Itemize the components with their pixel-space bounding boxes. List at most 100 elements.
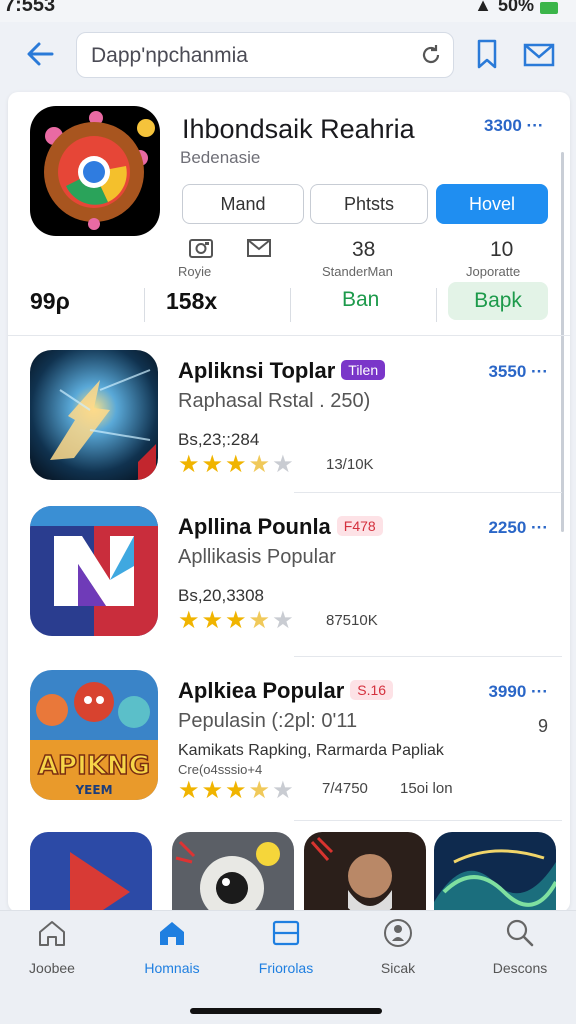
phtsts-button[interactable]: Phtsts: [310, 184, 428, 224]
app-description: Kamikats Rapking, Rarmarda Papliak: [178, 742, 444, 759]
app-icon-warrior[interactable]: [304, 832, 426, 912]
status-time: 7:553: [4, 0, 56, 16]
star-icon: ★: [225, 451, 247, 478]
tab-label: Homnais: [144, 960, 200, 976]
star-icon: ★: [225, 777, 247, 804]
header: Dapp'npchanmia: [0, 22, 576, 90]
featured-price[interactable]: 3300 ···: [484, 116, 544, 136]
meta-label-joporatte: Joporatte: [466, 264, 521, 279]
app-icon-aurora[interactable]: [434, 832, 556, 912]
app-size: Bs,20,3308: [178, 586, 265, 605]
person-circle-icon: [384, 919, 412, 947]
star-icon: ★: [201, 451, 224, 478]
tab-label: Sicak: [380, 960, 416, 976]
app-badge: S.16: [350, 680, 394, 700]
mail-icon[interactable]: [522, 40, 556, 70]
svg-text:YEEM: YEEM: [74, 783, 112, 797]
app-title-text: Apliknsi Toplar: [178, 358, 336, 383]
more-indicator: 9: [537, 716, 548, 736]
search-icon: [506, 919, 534, 947]
star-icon: ★: [201, 607, 224, 634]
meta-num-38: 38: [352, 238, 376, 261]
app-icon-n-logo: [30, 506, 158, 636]
window-icon: [272, 920, 300, 946]
tab-label: Friorolas: [258, 960, 314, 976]
app-reviews: 13/10K: [326, 456, 374, 473]
search-value: Dapp'npchanmia: [91, 44, 248, 67]
bookmark-icon[interactable]: [472, 38, 502, 70]
featured-app-subtitle: Bedenasie: [180, 148, 261, 167]
app-reviews: 87510K: [326, 612, 378, 629]
hovel-button[interactable]: Hovel: [436, 184, 548, 224]
app-icon-apiking: APIKNG YEEM: [30, 670, 158, 800]
chrome-ornament-icon: [44, 111, 155, 230]
featured-app-icon[interactable]: [30, 106, 160, 236]
app-price[interactable]: 3550 ···: [488, 362, 548, 382]
star-rating: ★ ★ ★ ★ ★: [178, 776, 294, 805]
meta-num-10: 10: [490, 238, 514, 261]
stats-row: 99ρ 158x Ban Bapk: [8, 280, 570, 330]
star-icon: ★: [178, 607, 200, 634]
list-item[interactable]: Apliknsi Toplar Tilen Raphasal Rstal . 25…: [8, 350, 570, 506]
stat-99: 99ρ: [30, 288, 70, 314]
star-icon: ★: [178, 777, 200, 804]
stat-divider: [436, 288, 437, 322]
camera-icon: [189, 239, 213, 258]
app-title: Apllina Pounla F478: [178, 514, 383, 540]
app-title-text: Apllina Pounla: [178, 514, 331, 539]
star-icon: ★: [272, 451, 294, 478]
divider: [294, 820, 562, 821]
star-icon: ★: [272, 777, 294, 804]
tab-sicak[interactable]: Sicak: [350, 917, 446, 987]
meta-label-standerman: StanderMan: [322, 264, 393, 279]
meta-label-royie: Royie: [178, 264, 212, 279]
tab-descons[interactable]: Descons: [472, 917, 568, 987]
home-indicator[interactable]: [190, 1008, 382, 1014]
tab-label: Joobee: [29, 960, 75, 976]
app-price[interactable]: 3990 ···: [488, 682, 548, 702]
app-price[interactable]: 2250 ···: [488, 518, 548, 538]
list-item[interactable]: Apllina Pounla F478 Apllikasis Popular Bs…: [8, 506, 570, 662]
star-icon: ★: [178, 451, 200, 478]
app-size: Bs,23;:284: [178, 430, 260, 449]
app-title-text: Aplkiea Popular: [178, 678, 345, 703]
search-input[interactable]: Dapp'npchanmia: [76, 32, 454, 78]
battery-icon: [540, 1, 558, 14]
star-icon: ★: [248, 607, 271, 634]
arrow-left-icon: [27, 42, 54, 66]
list-item[interactable]: APIKNG YEEM Aplkiea Popular S.16 Pepulasi…: [8, 670, 570, 826]
app-icon-eye[interactable]: [172, 832, 294, 912]
mand-button[interactable]: Mand: [182, 184, 304, 224]
svg-text:APIKNG: APIKNG: [38, 751, 150, 781]
app-reviews: 7/4750: [322, 780, 368, 797]
star-rating: ★ ★ ★ ★ ★: [178, 450, 294, 479]
reload-icon[interactable]: [419, 43, 443, 67]
star-icon: ★: [248, 777, 271, 804]
star-icon: ★: [272, 607, 294, 634]
stat-158x: 158x: [166, 288, 218, 314]
app-icon-strip: [8, 832, 570, 912]
divider: [8, 335, 570, 336]
status-indicators: ▲ 50%: [474, 0, 558, 16]
star-icon: ★: [225, 607, 247, 634]
featured-app-title[interactable]: Ihbondsaik Reahria: [182, 114, 415, 145]
back-button[interactable]: [22, 36, 58, 72]
tab-joobee[interactable]: Joobee: [4, 917, 100, 987]
app-icon-play[interactable]: [30, 832, 152, 912]
tab-friorolas[interactable]: Friorolas: [238, 917, 334, 987]
stat-ban[interactable]: Ban: [342, 288, 379, 312]
stat-divider: [290, 288, 291, 322]
home-outline-icon: [39, 921, 65, 946]
app-reviews-secondary: 15oi lon: [400, 780, 453, 797]
divider: [294, 656, 562, 657]
bapk-button[interactable]: Bapk: [448, 282, 548, 320]
signal-icon: ▲: [474, 0, 492, 15]
divider: [294, 492, 562, 493]
status-bar: 7:553 ▲ 50%: [0, 0, 576, 22]
battery-label: 50%: [497, 0, 534, 15]
stat-divider: [144, 288, 145, 322]
app-list-card: Ihbondsaik Reahria Bedenasie 3300 ··· Ma…: [8, 92, 570, 912]
tab-homnais[interactable]: Homnais: [124, 917, 220, 987]
app-icon-lightning: [30, 350, 158, 480]
app-title: Aplkiea Popular S.16: [178, 678, 394, 704]
